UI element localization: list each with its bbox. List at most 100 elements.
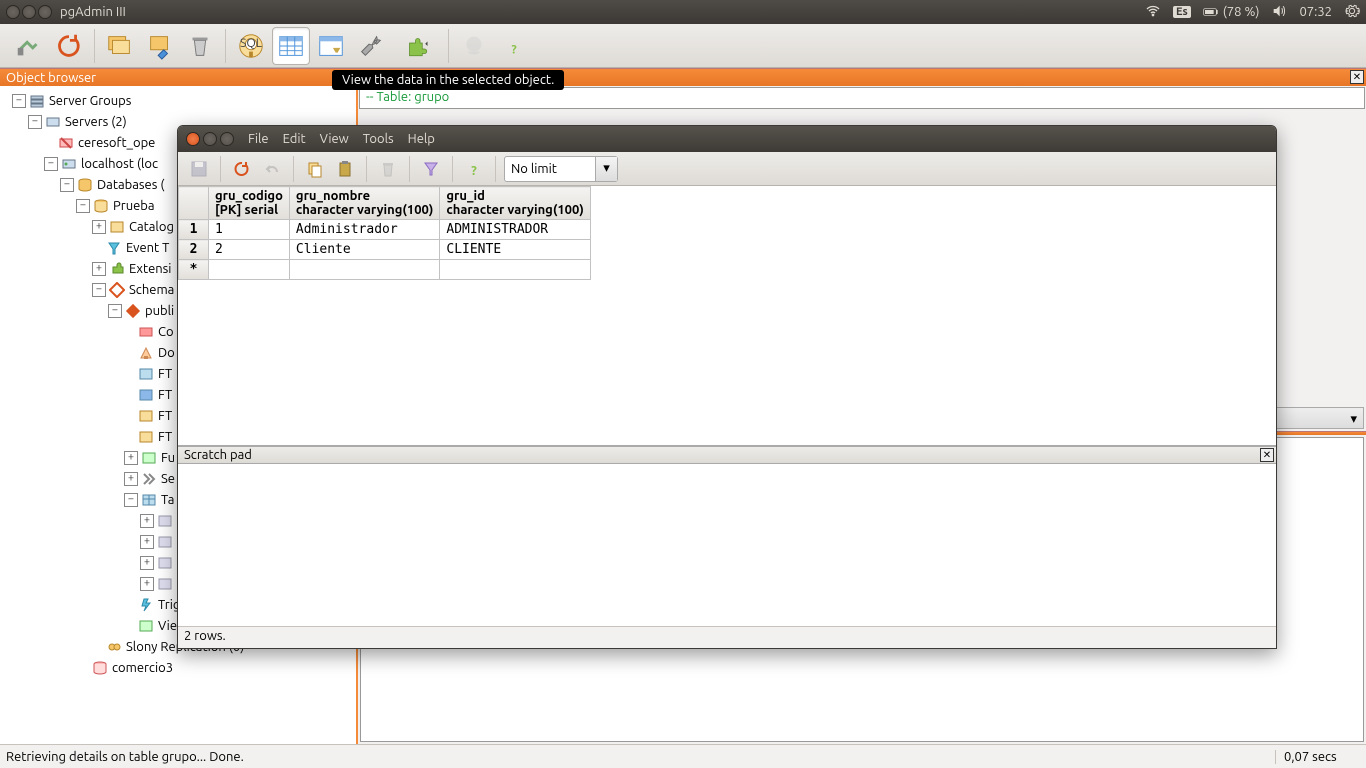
filter-icon[interactable] (418, 156, 444, 182)
window-controls[interactable] (6, 5, 52, 19)
expand-icon[interactable]: + (140, 514, 154, 528)
plugins-icon[interactable] (392, 27, 442, 65)
properties-icon[interactable] (101, 27, 139, 65)
tree-item[interactable]: Do (158, 346, 175, 360)
collapse-icon[interactable]: − (12, 94, 26, 108)
tree-item[interactable]: Ta (161, 493, 174, 507)
table-row[interactable]: 2 2 Cliente CLIENTE (179, 240, 591, 260)
minimize-icon[interactable] (22, 5, 36, 19)
scratch-pad[interactable] (178, 464, 1276, 626)
collapse-icon[interactable]: − (92, 283, 106, 297)
tree-item[interactable]: Event T (126, 241, 169, 255)
connect-icon[interactable] (10, 27, 48, 65)
cell[interactable]: CLIENTE (440, 240, 590, 260)
cell[interactable]: 1 (209, 220, 290, 240)
tree-item[interactable]: Se (161, 472, 175, 486)
tree-item[interactable]: Schema (129, 283, 174, 297)
menu-help[interactable]: Help (408, 132, 435, 146)
cell[interactable]: 2 (209, 240, 290, 260)
expand-icon[interactable]: + (140, 556, 154, 570)
tree-item[interactable]: Co (158, 325, 174, 339)
tree-item[interactable]: Extensi (129, 262, 171, 276)
clock[interactable]: 07:32 (1299, 5, 1332, 19)
create-icon[interactable] (141, 27, 179, 65)
sql-query-icon[interactable]: SQL (232, 27, 270, 65)
wifi-icon[interactable] (1145, 3, 1161, 22)
table-row[interactable]: 1 1 Administrador ADMINISTRADOR (179, 220, 591, 240)
menu-file[interactable]: File (248, 132, 269, 146)
menu-tools[interactable]: Tools (363, 132, 394, 146)
column-header[interactable]: gru_idcharacter varying(100) (440, 187, 590, 220)
tree-item[interactable]: Servers (2) (65, 115, 127, 129)
expand-icon[interactable]: + (92, 262, 106, 276)
expand-icon[interactable]: + (124, 472, 138, 486)
tree-item[interactable]: FT (158, 430, 172, 444)
view-data-icon[interactable] (272, 27, 310, 65)
server-disconnected-icon (58, 135, 74, 151)
row-number[interactable]: 2 (179, 240, 209, 260)
column-header[interactable]: gru_nombrecharacter varying(100) (289, 187, 439, 220)
tree-item[interactable]: ceresoft_ope (78, 136, 155, 150)
close-icon[interactable]: ✕ (1260, 448, 1274, 462)
expand-icon[interactable]: + (124, 451, 138, 465)
menu-view[interactable]: View (320, 132, 349, 146)
collapse-icon[interactable]: − (108, 304, 122, 318)
maximize-icon[interactable] (220, 132, 234, 146)
collapse-icon[interactable]: − (60, 178, 74, 192)
tree-item[interactable]: localhost (loc (81, 157, 158, 171)
tree-item[interactable]: Catalog (129, 220, 174, 234)
maintenance-icon[interactable] (352, 27, 390, 65)
cell[interactable]: Administrador (289, 220, 439, 240)
sql-pane[interactable]: -- Table: grupo (359, 87, 1365, 109)
keyboard-layout-indicator[interactable]: Es (1173, 6, 1191, 18)
tree-item[interactable]: publi (145, 304, 174, 318)
row-header-corner[interactable] (179, 187, 209, 220)
data-grid[interactable]: gru_codigo[PK] serial gru_nombrecharacte… (178, 186, 1276, 446)
close-icon[interactable] (186, 132, 200, 146)
tree-item[interactable]: FT (158, 409, 172, 423)
cell[interactable] (209, 260, 290, 280)
tree-item[interactable]: Server Groups (49, 94, 131, 108)
menu-edit[interactable]: Edit (283, 132, 306, 146)
tree-item[interactable]: comercio3 (112, 661, 173, 675)
expand-icon[interactable]: + (140, 577, 154, 591)
tree-item[interactable]: Databases ( (97, 178, 164, 192)
tree-item[interactable]: FT (158, 367, 172, 381)
window-title-bar[interactable]: File Edit View Tools Help (178, 126, 1276, 152)
column-header[interactable]: gru_codigo[PK] serial (209, 187, 290, 220)
collapse-icon[interactable]: − (76, 199, 90, 213)
drop-icon[interactable] (181, 27, 219, 65)
help-icon[interactable]: ? (495, 27, 533, 65)
row-number[interactable]: 1 (179, 220, 209, 240)
cell[interactable]: Cliente (289, 240, 439, 260)
maximize-icon[interactable] (38, 5, 52, 19)
copy-icon[interactable] (302, 156, 328, 182)
window-controls[interactable] (186, 132, 234, 146)
refresh-icon[interactable] (229, 156, 255, 182)
cell[interactable]: ADMINISTRADOR (440, 220, 590, 240)
paste-icon[interactable] (332, 156, 358, 182)
cell[interactable] (440, 260, 590, 280)
expand-icon[interactable]: + (92, 220, 106, 234)
filtered-data-icon[interactable] (312, 27, 350, 65)
collapse-icon[interactable]: − (124, 493, 138, 507)
cell[interactable] (289, 260, 439, 280)
refresh-icon[interactable] (50, 27, 88, 65)
help-icon[interactable]: ? (461, 156, 487, 182)
expand-icon[interactable]: + (140, 535, 154, 549)
tree-item[interactable]: Prueba (113, 199, 155, 213)
battery-indicator[interactable]: (78 %) (1203, 4, 1260, 20)
tree-item[interactable]: Fu (161, 451, 175, 465)
gear-icon[interactable] (1344, 3, 1360, 22)
close-icon[interactable]: ✕ (1350, 70, 1364, 84)
tree-item[interactable]: FT (158, 388, 172, 402)
minimize-icon[interactable] (203, 132, 217, 146)
collapse-icon[interactable]: − (44, 157, 58, 171)
collapse-icon[interactable]: − (28, 115, 42, 129)
chevron-down-icon[interactable]: ▾ (595, 157, 617, 181)
volume-icon[interactable] (1271, 3, 1287, 22)
table-new-row[interactable]: * (179, 260, 591, 280)
new-row-marker[interactable]: * (179, 260, 209, 280)
row-limit-combo[interactable]: No limit ▾ (504, 156, 618, 182)
close-icon[interactable] (6, 5, 20, 19)
